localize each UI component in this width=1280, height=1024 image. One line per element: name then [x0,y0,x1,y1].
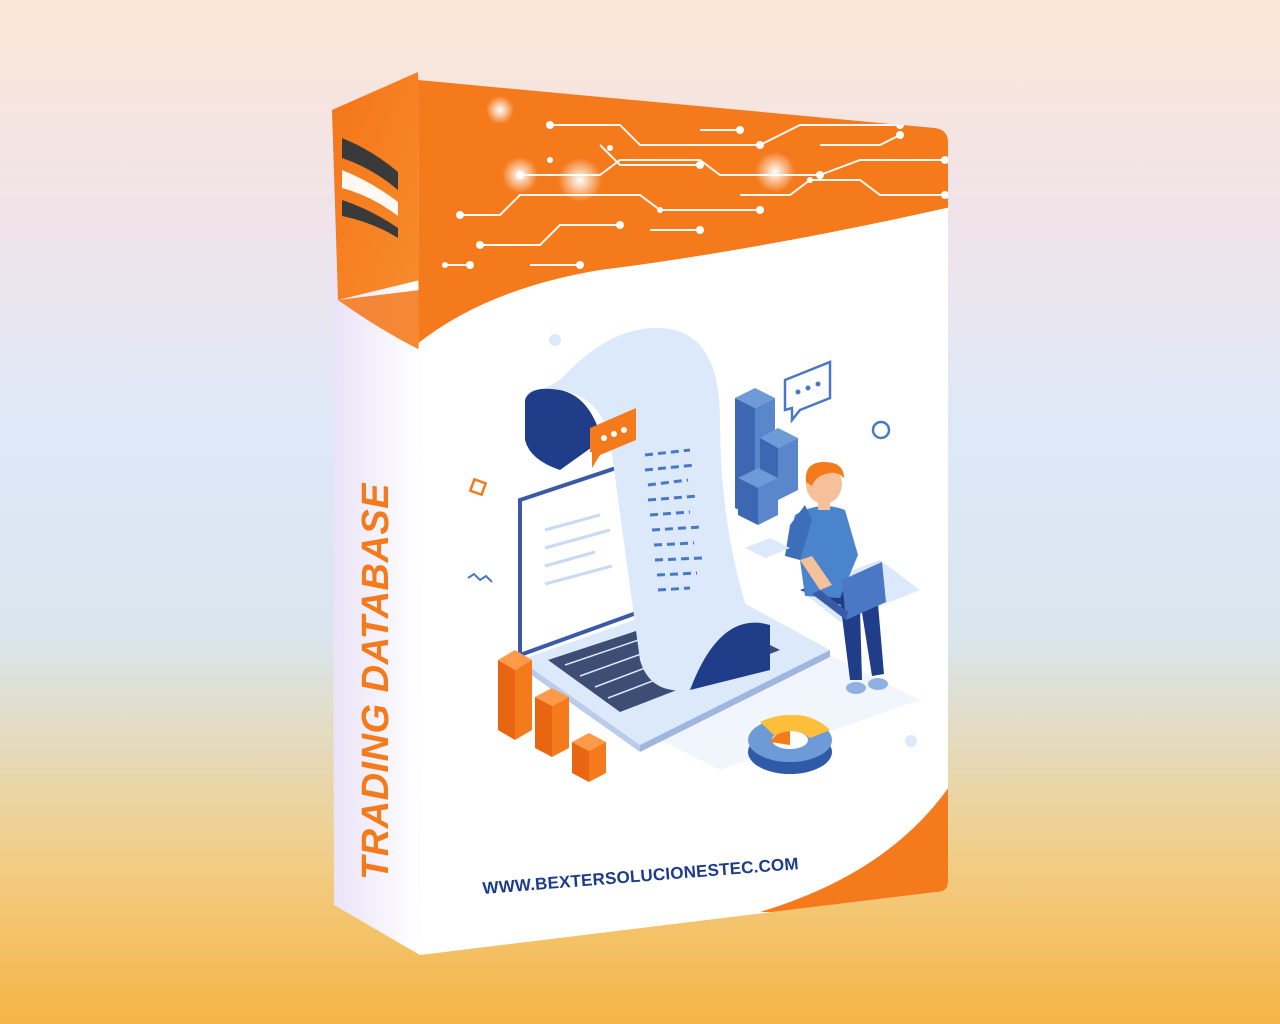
spine-title: TRADING DATABASE [355,482,397,880]
decor-dot [905,735,917,747]
box-spine: TRADING DATABASE [332,72,420,955]
software-box-scene: TRADING DATABASE WWW.BEXTERSOLUCIONESTEC… [332,72,948,955]
box-front: WWW.BEXTERSOLUCIONESTEC.COM [418,80,948,955]
decor-dot [549,334,561,346]
